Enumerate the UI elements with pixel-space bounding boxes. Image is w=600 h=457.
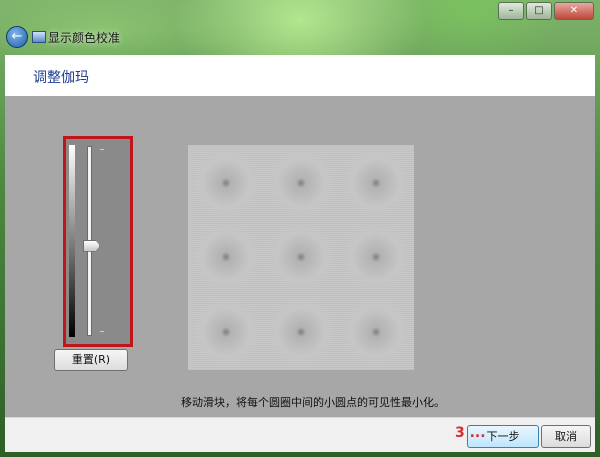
close-button[interactable]: ✕ bbox=[554, 2, 594, 20]
window-title: 显示颜色校准 bbox=[48, 31, 121, 45]
instruction-text: 移动滑块，将每个圆圈中间的小圆点的可见性最小化。 bbox=[181, 396, 445, 409]
footer-bar: 下一步 取消 bbox=[5, 417, 595, 452]
grayscale-gradient-strip bbox=[69, 145, 75, 337]
gamma-slider-panel bbox=[63, 136, 133, 347]
gamma-test-pattern bbox=[188, 145, 414, 370]
back-arrow-icon[interactable]: ← bbox=[6, 26, 28, 48]
slider-tick-top bbox=[100, 149, 104, 150]
gamma-slider-thumb[interactable] bbox=[83, 239, 100, 252]
content-area: 重置(R) 移动滑块，将每个圆圈中间的小圆点的可见性最小化。 bbox=[5, 96, 595, 417]
slider-tick-bottom bbox=[100, 331, 104, 332]
maximize-button[interactable]: □ bbox=[526, 2, 552, 20]
page-header: 调整伽玛 bbox=[5, 55, 595, 96]
minimize-button[interactable]: – bbox=[498, 2, 524, 20]
page-title: 调整伽玛 bbox=[33, 70, 89, 86]
next-button[interactable]: 下一步 bbox=[467, 425, 539, 448]
reset-button[interactable]: 重置(R) bbox=[54, 349, 128, 371]
cancel-button[interactable]: 取消 bbox=[541, 425, 591, 448]
monitor-icon bbox=[32, 31, 46, 43]
caption-buttons: – □ ✕ bbox=[498, 2, 594, 20]
